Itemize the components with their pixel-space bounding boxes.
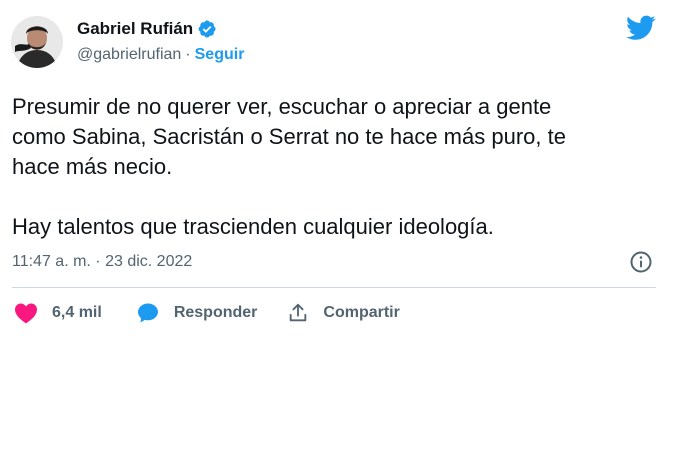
separator-dot: ·: [185, 46, 191, 63]
share-icon: [287, 302, 309, 324]
heart-icon: [14, 302, 38, 324]
author-name[interactable]: Gabriel Rufián: [77, 19, 193, 39]
share-button[interactable]: Compartir: [287, 302, 400, 324]
reply-button[interactable]: Responder: [136, 301, 258, 325]
speech-bubble-icon: [136, 301, 160, 325]
tweet-timestamp[interactable]: 11:47 a. m. · 23 dic. 2022: [12, 253, 192, 271]
like-button[interactable]: 6,4 mil: [14, 302, 102, 324]
reply-label: Responder: [173, 304, 258, 321]
avatar[interactable]: [11, 16, 63, 68]
action-bar: 6,4 mil Responder Compartir: [14, 300, 400, 326]
divider: [12, 287, 656, 288]
follow-button[interactable]: Seguir: [195, 46, 245, 64]
verified-badge-icon: [197, 19, 217, 39]
tweet-embed: Gabriel Rufián @gabrielrufian · Seguir P…: [0, 0, 674, 455]
like-count: 6,4 mil: [52, 304, 102, 321]
author-block: Gabriel Rufián @gabrielrufian · Seguir: [77, 17, 244, 64]
info-icon[interactable]: [629, 250, 653, 274]
twitter-bird-icon[interactable]: [626, 15, 656, 41]
tweet-text: Presumir de no querer ver, escuchar o ap…: [12, 94, 566, 239]
share-label: Compartir: [323, 304, 400, 321]
author-handle[interactable]: @gabrielrufian: [77, 46, 181, 64]
